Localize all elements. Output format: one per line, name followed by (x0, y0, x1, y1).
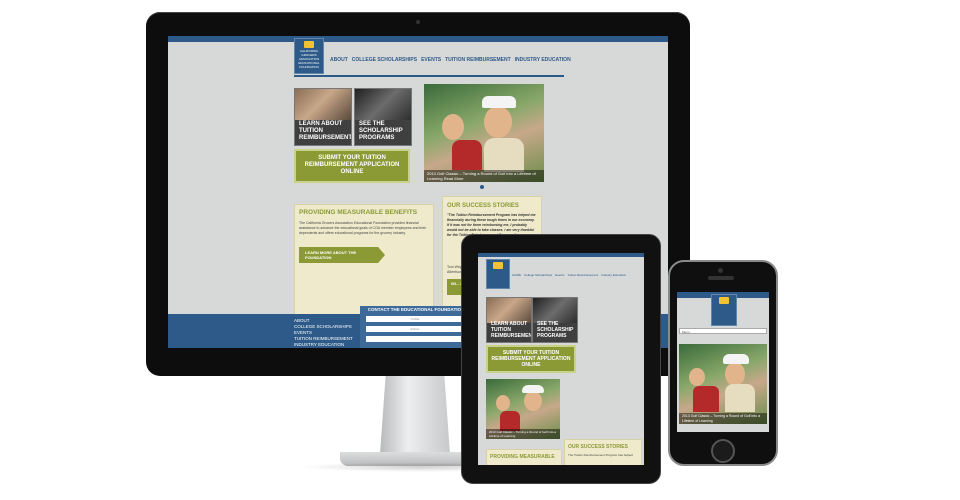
tablet-promo-scholarship-label: SEE THE SCHOLARSHIP PROGRAMS (537, 321, 574, 339)
email-field[interactable]: EMAIL (366, 326, 464, 332)
promo-tuition[interactable]: LEARN ABOUT TUITION REIMBURSEMENT (294, 88, 352, 146)
camera-icon (718, 268, 723, 273)
phone-menu-select[interactable]: Menu (679, 328, 767, 334)
camera-icon (416, 20, 420, 24)
tablet-screen: HOME College Scholarships Events Tuition… (478, 253, 644, 465)
golfer-face (442, 114, 464, 140)
tablet-logo[interactable] (486, 259, 510, 289)
phone-slide-caption: 2013 Golf Classic – Turning a Round of G… (679, 413, 767, 424)
nav-tuition-reimbursement[interactable]: TUITION REIMBURSEMENT (445, 57, 511, 63)
promo-tuition-label: LEARN ABOUT TUITION REIMBURSEMENT (299, 121, 352, 141)
graduates-photo (355, 89, 411, 121)
tablet-stories-panel: OUR SUCCESS STORIES The Tuition Reimburs… (564, 439, 642, 465)
benefits-title: PROVIDING MEASURABLE BENEFITS (299, 209, 418, 216)
hero-slideshow[interactable]: 2013 Golf Classic – Turning a Round of G… (424, 84, 544, 182)
footer-nav: ABOUT COLLEGE SCHOLARSHIPS EVENTS TUITIO… (294, 318, 353, 348)
bus-icon (304, 41, 314, 48)
tablet-benefits-panel: PROVIDING MEASURABLE (486, 449, 562, 465)
tablet-nav-events[interactable]: Events (555, 273, 564, 277)
message-field[interactable] (366, 336, 464, 342)
tablet-stories-text: The Tuition Reimbursement Program has he… (568, 453, 633, 457)
slide-caption: 2013 Golf Classic – Turning a Round of G… (424, 170, 544, 182)
site-logo[interactable]: CALIFORNIA GROCERS ASSOCIATION EDUCATION… (294, 38, 324, 74)
graduates-photo (533, 298, 577, 323)
submit-application-label: SUBMIT YOUR TUITION REIMBURSEMENT APPLIC… (304, 155, 400, 175)
nav-rule (294, 75, 564, 77)
tablet-promo-tuition[interactable]: LEARN ABOUT TUITION REIMBURSEMENT (486, 297, 532, 343)
nav-events[interactable]: EVENTS (421, 57, 441, 63)
benefits-text: The California Grocers Association Educa… (299, 221, 427, 235)
nav-college-scholarships[interactable]: COLLEGE SCHOLARSHIPS (352, 57, 417, 63)
phone-device: Menu 2013 Golf Classic – Turning a Round… (668, 260, 778, 466)
tablet-device: HOME College Scholarships Events Tuition… (461, 234, 661, 484)
monitor-stand (380, 376, 450, 454)
stories-title: OUR SUCCESS STORIES (447, 203, 519, 209)
golfer-face (725, 362, 745, 386)
golf-cap (723, 354, 749, 364)
cream-shirt (484, 138, 524, 172)
phone-slideshow[interactable]: 2013 Golf Classic – Turning a Round of G… (679, 344, 767, 424)
tablet-nav-college-scholarships[interactable]: College Scholarships (524, 273, 552, 277)
nav-about[interactable]: ABOUT (330, 57, 348, 63)
tablet-submit-button[interactable]: SUBMIT YOUR TUITION REIMBURSEMENT APPLIC… (486, 345, 576, 373)
tablet-top-bar (478, 253, 644, 257)
bus-icon (719, 297, 729, 304)
bus-icon (493, 262, 503, 269)
phone-screen: Menu 2013 Golf Classic – Turning a Round… (677, 292, 769, 432)
tablet-submit-label: SUBMIT YOUR TUITION REIMBURSEMENT APPLIC… (491, 350, 571, 368)
tablet-promo-scholarship[interactable]: SEE THE SCHOLARSHIP PROGRAMS (532, 297, 578, 343)
golf-cap (482, 96, 516, 108)
logo-text: CALIFORNIA GROCERS ASSOCIATION EDUCATION… (298, 49, 320, 69)
golfer-face (689, 368, 705, 386)
tablet-nav: HOME College Scholarships Events Tuition… (512, 273, 626, 277)
phone-logo[interactable] (711, 294, 737, 326)
learn-more-foundation-button[interactable]: LEARN MORE ABOUT THE FOUNDATION (299, 247, 385, 263)
tablet-promo-tuition-label: LEARN ABOUT TUITION REIMBURSEMENT (491, 321, 532, 339)
nav-industry-education[interactable]: INDUSTRY EDUCATION (515, 57, 571, 63)
footer-link-industry-education[interactable]: INDUSTRY EDUCATION (294, 342, 353, 348)
golfer-face (496, 395, 510, 411)
tablet-benefits-title: PROVIDING MEASURABLE (490, 454, 555, 460)
tablet-slideshow[interactable]: 2013 Golf Classic – Turning a Round of G… (486, 379, 560, 439)
name-field[interactable]: NAME (366, 316, 464, 322)
promo-scholarship-label: SEE THE SCHOLARSHIP PROGRAMS (359, 121, 403, 141)
main-nav: ABOUT COLLEGE SCHOLARSHIPS EVENTS TUITIO… (330, 57, 571, 63)
cream-shirt (725, 384, 755, 412)
promo-scholarship[interactable]: SEE THE SCHOLARSHIP PROGRAMS (354, 88, 412, 146)
tablet-nav-industry[interactable]: Industry Education (601, 273, 626, 277)
tablet-stories-title: OUR SUCCESS STORIES (568, 444, 628, 450)
students-photo (487, 298, 531, 323)
contact-form: CONTACT THE EDUCATIONAL FOUNDATION NAME … (360, 306, 472, 348)
home-button[interactable] (711, 439, 735, 463)
read-more-link[interactable]: Read More (444, 176, 464, 181)
speaker-grille (708, 276, 734, 280)
students-photo (295, 89, 351, 121)
golfer-face (484, 106, 512, 138)
red-shirt (500, 411, 520, 431)
slide-dot-active[interactable] (480, 185, 484, 189)
tablet-slide-caption: 2013 Golf Classic – Turning a Round of G… (486, 429, 560, 439)
golf-cap (522, 385, 544, 393)
learn-more-foundation-label: LEARN MORE ABOUT THE FOUNDATION (305, 250, 357, 260)
contact-title: CONTACT THE EDUCATIONAL FOUNDATION (367, 307, 465, 312)
phone-menu-label: Menu (682, 330, 690, 334)
tablet-nav-home[interactable]: HOME (512, 273, 521, 277)
red-shirt (452, 140, 482, 170)
tablet-nav-tuition[interactable]: Tuition Reimbursement (567, 273, 598, 277)
red-shirt (693, 386, 719, 412)
top-bar (168, 36, 668, 42)
golfer-face (524, 391, 542, 411)
submit-application-button[interactable]: SUBMIT YOUR TUITION REIMBURSEMENT APPLIC… (294, 149, 410, 183)
